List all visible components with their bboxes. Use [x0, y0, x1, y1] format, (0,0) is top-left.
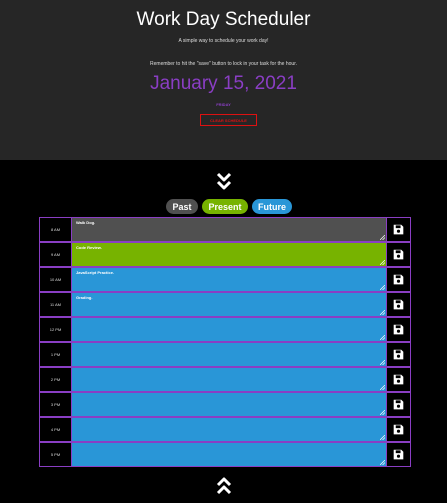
resize-handle-icon[interactable] [380, 235, 385, 240]
task-textarea[interactable] [71, 392, 387, 417]
task-text: Grading. [76, 295, 93, 300]
floppy-disk-icon [393, 249, 404, 260]
current-date: January 15, 2021 [150, 73, 297, 94]
task-text: Walk Dog. [76, 220, 96, 225]
save-button[interactable] [387, 292, 411, 317]
hour-label: 8 AM [39, 217, 71, 242]
task-textarea[interactable]: Walk Dog. [71, 217, 387, 242]
save-button[interactable] [387, 392, 411, 417]
time-block-row: 12 PM [39, 317, 411, 342]
time-block-row: 9 AM Code Review. [39, 242, 411, 267]
floppy-disk-icon [393, 299, 404, 310]
header-jumbotron: Work Day Scheduler A simple way to sched… [0, 0, 447, 160]
legend-future-badge: Future [252, 199, 292, 214]
save-button[interactable] [387, 342, 411, 367]
hour-rows: 8 AM Walk Dog. 9 AM Code Review. 10 AM JavaSc… [39, 217, 411, 467]
floppy-disk-icon [393, 399, 404, 410]
legend-past-badge: Past [166, 199, 198, 214]
time-block-row: 4 PM [39, 417, 411, 442]
resize-handle-icon[interactable] [380, 460, 385, 465]
resize-handle-icon[interactable] [380, 435, 385, 440]
task-textarea[interactable] [71, 367, 387, 392]
floppy-disk-icon [393, 324, 404, 335]
time-block-row: 1 PM [39, 342, 411, 367]
page-title: Work Day Scheduler [136, 9, 311, 30]
save-button[interactable] [387, 217, 411, 242]
resize-handle-icon[interactable] [380, 360, 385, 365]
save-button[interactable] [387, 242, 411, 267]
page-subtitle: A simple way to schedule your work day! [178, 38, 269, 44]
time-block-row: 11 AM Grading. [39, 292, 411, 317]
save-button[interactable] [387, 417, 411, 442]
floppy-disk-icon [393, 424, 404, 435]
time-block-row: 8 AM Walk Dog. [39, 217, 411, 242]
floppy-disk-icon [393, 449, 404, 460]
instructions-text: Remember to hit the "save" button to loc… [150, 61, 297, 67]
floppy-disk-icon [393, 349, 404, 360]
time-block-row: 3 PM [39, 392, 411, 417]
task-textarea[interactable] [71, 417, 387, 442]
resize-handle-icon[interactable] [380, 385, 385, 390]
floppy-disk-icon [393, 374, 404, 385]
save-button[interactable] [387, 367, 411, 392]
scroll-down-icon[interactable] [215, 172, 233, 192]
hour-label: 9 AM [39, 242, 71, 267]
task-textarea[interactable] [71, 442, 387, 467]
hour-label: 3 PM [39, 392, 71, 417]
resize-handle-icon[interactable] [380, 285, 385, 290]
task-text: JavaScript Practice. [76, 270, 115, 275]
task-textarea[interactable] [71, 342, 387, 367]
save-button[interactable] [387, 442, 411, 467]
hour-label: 2 PM [39, 367, 71, 392]
time-block-row: 5 PM [39, 442, 411, 467]
scroll-up-icon[interactable] [215, 475, 233, 495]
time-block-row: 2 PM [39, 367, 411, 392]
hour-label: 11 AM [39, 292, 71, 317]
task-text: Code Review. [76, 245, 102, 250]
task-textarea[interactable]: JavaScript Practice. [71, 267, 387, 292]
floppy-disk-icon [393, 224, 404, 235]
task-textarea[interactable]: Code Review. [71, 242, 387, 267]
resize-handle-icon[interactable] [380, 410, 385, 415]
resize-handle-icon[interactable] [380, 310, 385, 315]
resize-handle-icon[interactable] [380, 335, 385, 340]
resize-handle-icon[interactable] [380, 260, 385, 265]
legend-present-badge: Present [202, 199, 248, 214]
hour-label: 12 PM [39, 317, 71, 342]
save-button[interactable] [387, 317, 411, 342]
clear-schedule-button[interactable]: CLEAR SCHEDULE [200, 114, 257, 126]
floppy-disk-icon [393, 274, 404, 285]
current-day: FRIDAY [216, 102, 231, 107]
time-legend: Past Present Future [0, 199, 447, 215]
hour-label: 5 PM [39, 442, 71, 467]
task-textarea[interactable] [71, 317, 387, 342]
hour-label: 10 AM [39, 267, 71, 292]
task-textarea[interactable]: Grading. [71, 292, 387, 317]
save-button[interactable] [387, 267, 411, 292]
hour-label: 1 PM [39, 342, 71, 367]
time-block-row: 10 AM JavaScript Practice. [39, 267, 411, 292]
hour-label: 4 PM [39, 417, 71, 442]
